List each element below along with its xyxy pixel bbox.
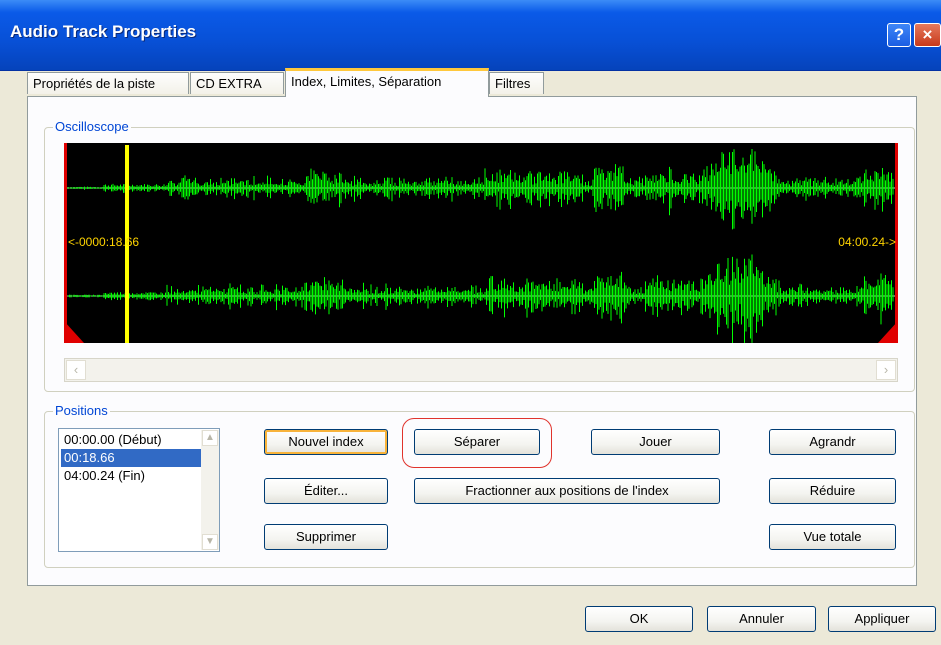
scroll-right-icon[interactable]: › xyxy=(876,360,896,380)
right-time-marker: 04:00.24-> xyxy=(838,235,896,249)
cancel-button[interactable]: Annuler xyxy=(707,606,816,632)
scroll-left-icon[interactable]: ‹ xyxy=(66,360,86,380)
list-item-selected[interactable]: 00:18.66 xyxy=(61,449,201,467)
oscilloscope-display[interactable]: <-0000:18.66 04:00.24-> xyxy=(64,143,898,343)
positions-label: Positions xyxy=(53,403,110,418)
ok-button[interactable]: OK xyxy=(585,606,693,632)
zoom-out-button[interactable]: Réduire xyxy=(769,478,896,504)
tab-index-limits-split[interactable]: Index, Limites, Séparation xyxy=(285,68,489,97)
title-bar[interactable]: Audio Track Properties ? × xyxy=(0,0,941,71)
apply-button[interactable]: Appliquer xyxy=(828,606,936,632)
window-title: Audio Track Properties xyxy=(10,22,197,41)
tab-filters[interactable]: Filtres xyxy=(489,72,544,94)
oscilloscope-label: Oscilloscope xyxy=(53,119,131,134)
split-at-index-button[interactable]: Fractionner aux positions de l'index xyxy=(414,478,720,504)
tab-cd-extra[interactable]: CD EXTRA xyxy=(190,72,284,94)
new-index-button[interactable]: Nouvel index xyxy=(264,429,388,455)
top-channel-waveform xyxy=(67,148,894,230)
edit-button[interactable]: Éditer... xyxy=(264,478,388,504)
left-time-marker: <-0000:18.66 xyxy=(68,235,140,249)
positions-listbox[interactable]: 00:00.00 (Début) 00:18.66 04:00.24 (Fin)… xyxy=(58,428,220,552)
split-button[interactable]: Séparer xyxy=(414,429,540,455)
help-button[interactable]: ? xyxy=(887,23,911,47)
list-item[interactable]: 04:00.24 (Fin) xyxy=(61,467,201,485)
scroll-up-icon[interactable]: ▲ xyxy=(202,430,218,446)
bottom-channel-waveform xyxy=(67,254,894,343)
close-button[interactable]: × xyxy=(914,23,941,47)
listbox-vertical-scrollbar[interactable]: ▲ ▼ xyxy=(201,430,219,550)
dialog-window: Audio Track Properties ? × Propriétés de… xyxy=(0,0,941,645)
waveform-graph xyxy=(64,143,898,343)
scroll-down-icon[interactable]: ▼ xyxy=(202,534,218,550)
tab-track-properties[interactable]: Propriétés de la piste xyxy=(27,72,189,94)
zoom-in-button[interactable]: Agrandr xyxy=(769,429,896,455)
horizontal-scrollbar[interactable]: ‹ › xyxy=(64,358,898,382)
play-button[interactable]: Jouer xyxy=(591,429,720,455)
delete-button[interactable]: Supprimer xyxy=(264,524,388,550)
list-item[interactable]: 00:00.00 (Début) xyxy=(61,431,201,449)
left-edge-bar xyxy=(64,143,67,343)
full-view-button[interactable]: Vue totale xyxy=(769,524,896,550)
